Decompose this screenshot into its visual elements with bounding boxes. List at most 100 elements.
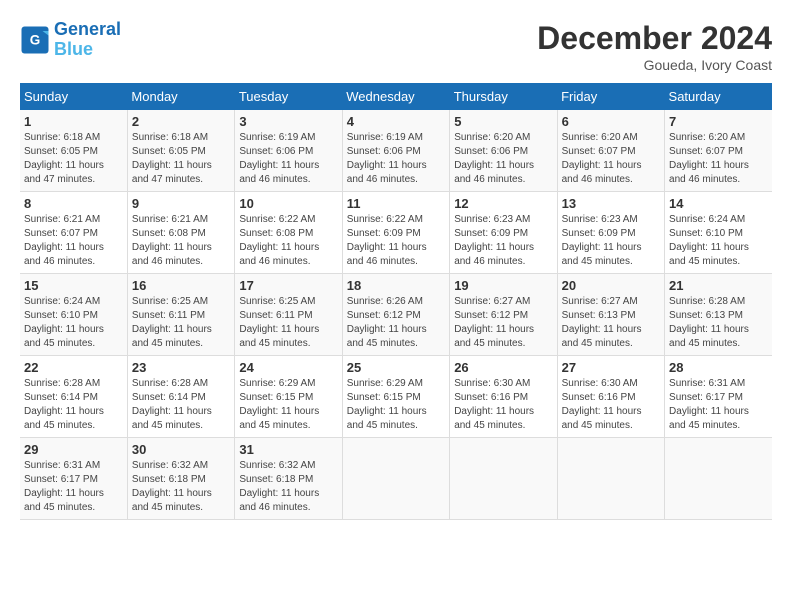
day-number: 12: [454, 196, 552, 211]
day-cell: 22 Sunrise: 6:28 AMSunset: 6:14 PMDayligh…: [20, 356, 127, 438]
week-row-1: 1 Sunrise: 6:18 AMSunset: 6:05 PMDaylight…: [20, 110, 772, 192]
day-cell: 29Sunrise: 6:31 AMSunset: 6:17 PMDayligh…: [20, 438, 127, 520]
month-title: December 2024: [537, 20, 772, 57]
day-number: 17: [239, 278, 337, 293]
week-row-3: 15 Sunrise: 6:24 AMSunset: 6:10 PMDayligh…: [20, 274, 772, 356]
day-cell: 18Sunrise: 6:26 AMSunset: 6:12 PMDayligh…: [342, 274, 449, 356]
day-number: 10: [239, 196, 337, 211]
page-header: G General Blue December 2024 Goueda, Ivo…: [20, 20, 772, 73]
day-number: 21: [669, 278, 768, 293]
day-cell: 26Sunrise: 6:30 AMSunset: 6:16 PMDayligh…: [450, 356, 557, 438]
day-cell: 31 Sunrise: 6:32 AMSunset: 6:18 PMDayligh…: [235, 438, 342, 520]
day-number: 24: [239, 360, 337, 375]
day-cell: 24 Sunrise: 6:29 AMSunset: 6:15 PMDayligh…: [235, 356, 342, 438]
day-cell: 6 Sunrise: 6:20 AMSunset: 6:07 PMDaylight…: [557, 110, 664, 192]
day-cell: 14Sunrise: 6:24 AMSunset: 6:10 PMDayligh…: [665, 192, 772, 274]
day-info: Sunrise: 6:27 AMSunset: 6:12 PMDaylight:…: [454, 295, 552, 351]
day-cell: 19 Sunrise: 6:27 AMSunset: 6:12 PMDayligh…: [450, 274, 557, 356]
day-info: Sunrise: 6:30 AMSunset: 6:16 PMDaylight:…: [454, 377, 552, 433]
header-day-tuesday: Tuesday: [235, 83, 342, 110]
week-row-4: 22 Sunrise: 6:28 AMSunset: 6:14 PMDayligh…: [20, 356, 772, 438]
day-cell: 13Sunrise: 6:23 AMSunset: 6:09 PMDayligh…: [557, 192, 664, 274]
title-area: December 2024 Goueda, Ivory Coast: [537, 20, 772, 73]
day-info: Sunrise: 6:20 AMSunset: 6:06 PMDaylight:…: [454, 131, 552, 187]
day-cell: 30 Sunrise: 6:32 AMSunset: 6:18 PMDayligh…: [127, 438, 234, 520]
day-number: 4: [347, 114, 445, 129]
day-number: 3: [239, 114, 337, 129]
day-cell: 11 Sunrise: 6:22 AMSunset: 6:09 PMDayligh…: [342, 192, 449, 274]
day-cell: 12 Sunrise: 6:23 AMSunset: 6:09 PMDayligh…: [450, 192, 557, 274]
day-number: 5: [454, 114, 552, 129]
day-number: 11: [347, 196, 445, 211]
header-day-thursday: Thursday: [450, 83, 557, 110]
day-cell: 9 Sunrise: 6:21 AMSunset: 6:08 PMDaylight…: [127, 192, 234, 274]
header-row: SundayMondayTuesdayWednesdayThursdayFrid…: [20, 83, 772, 110]
day-cell: 20Sunrise: 6:27 AMSunset: 6:13 PMDayligh…: [557, 274, 664, 356]
day-info: Sunrise: 6:19 AMSunset: 6:06 PMDaylight:…: [239, 131, 337, 187]
day-cell: 27 Sunrise: 6:30 AMSunset: 6:16 PMDayligh…: [557, 356, 664, 438]
day-info: Sunrise: 6:21 AMSunset: 6:07 PMDaylight:…: [24, 213, 123, 269]
day-cell: [665, 438, 772, 520]
day-cell: 21 Sunrise: 6:28 AMSunset: 6:13 PMDayligh…: [665, 274, 772, 356]
week-row-5: 29Sunrise: 6:31 AMSunset: 6:17 PMDayligh…: [20, 438, 772, 520]
day-number: 30: [132, 442, 230, 457]
day-number: 28: [669, 360, 768, 375]
day-number: 2: [132, 114, 230, 129]
day-info: Sunrise: 6:30 AMSunset: 6:16 PMDaylight:…: [562, 377, 660, 433]
day-cell: 4 Sunrise: 6:19 AMSunset: 6:06 PMDaylight…: [342, 110, 449, 192]
day-number: 8: [24, 196, 123, 211]
day-number: 23: [132, 360, 230, 375]
day-info: Sunrise: 6:20 AMSunset: 6:07 PMDaylight:…: [562, 131, 660, 187]
header-day-saturday: Saturday: [665, 83, 772, 110]
day-number: 20: [562, 278, 660, 293]
header-day-friday: Friday: [557, 83, 664, 110]
day-info: Sunrise: 6:23 AMSunset: 6:09 PMDaylight:…: [454, 213, 552, 269]
day-cell: 25 Sunrise: 6:29 AMSunset: 6:15 PMDayligh…: [342, 356, 449, 438]
day-number: 25: [347, 360, 445, 375]
day-info: Sunrise: 6:22 AMSunset: 6:08 PMDaylight:…: [239, 213, 337, 269]
day-number: 15: [24, 278, 123, 293]
day-cell: 5 Sunrise: 6:20 AMSunset: 6:06 PMDaylight…: [450, 110, 557, 192]
week-row-2: 8 Sunrise: 6:21 AMSunset: 6:07 PMDaylight…: [20, 192, 772, 274]
day-number: 7: [669, 114, 768, 129]
header-day-wednesday: Wednesday: [342, 83, 449, 110]
day-cell: 17Sunrise: 6:25 AMSunset: 6:11 PMDayligh…: [235, 274, 342, 356]
day-number: 16: [132, 278, 230, 293]
day-info: Sunrise: 6:18 AMSunset: 6:05 PMDaylight:…: [24, 131, 123, 187]
day-number: 31: [239, 442, 337, 457]
day-number: 1: [24, 114, 123, 129]
day-info: Sunrise: 6:18 AMSunset: 6:05 PMDaylight:…: [132, 131, 230, 187]
logo-icon: G: [20, 25, 50, 55]
day-number: 22: [24, 360, 123, 375]
day-info: Sunrise: 6:32 AMSunset: 6:18 PMDaylight:…: [239, 459, 337, 515]
day-info: Sunrise: 6:28 AMSunset: 6:13 PMDaylight:…: [669, 295, 768, 351]
day-number: 6: [562, 114, 660, 129]
calendar-table: SundayMondayTuesdayWednesdayThursdayFrid…: [20, 83, 772, 520]
day-number: 9: [132, 196, 230, 211]
logo: G General Blue: [20, 20, 121, 60]
day-info: Sunrise: 6:29 AMSunset: 6:15 PMDaylight:…: [347, 377, 445, 433]
header-day-sunday: Sunday: [20, 83, 127, 110]
day-info: Sunrise: 6:21 AMSunset: 6:08 PMDaylight:…: [132, 213, 230, 269]
day-number: 19: [454, 278, 552, 293]
day-cell: 2 Sunrise: 6:18 AMSunset: 6:05 PMDaylight…: [127, 110, 234, 192]
day-cell: 8 Sunrise: 6:21 AMSunset: 6:07 PMDaylight…: [20, 192, 127, 274]
day-cell: 28 Sunrise: 6:31 AMSunset: 6:17 PMDayligh…: [665, 356, 772, 438]
day-info: Sunrise: 6:24 AMSunset: 6:10 PMDaylight:…: [669, 213, 768, 269]
day-info: Sunrise: 6:31 AMSunset: 6:17 PMDaylight:…: [24, 459, 123, 515]
day-info: Sunrise: 6:22 AMSunset: 6:09 PMDaylight:…: [347, 213, 445, 269]
logo-text: General Blue: [54, 20, 121, 60]
day-cell: 3 Sunrise: 6:19 AMSunset: 6:06 PMDaylight…: [235, 110, 342, 192]
svg-text:G: G: [30, 32, 41, 47]
day-info: Sunrise: 6:24 AMSunset: 6:10 PMDaylight:…: [24, 295, 123, 351]
day-info: Sunrise: 6:19 AMSunset: 6:06 PMDaylight:…: [347, 131, 445, 187]
day-number: 18: [347, 278, 445, 293]
day-info: Sunrise: 6:29 AMSunset: 6:15 PMDaylight:…: [239, 377, 337, 433]
day-info: Sunrise: 6:28 AMSunset: 6:14 PMDaylight:…: [24, 377, 123, 433]
day-number: 27: [562, 360, 660, 375]
day-cell: [342, 438, 449, 520]
day-info: Sunrise: 6:31 AMSunset: 6:17 PMDaylight:…: [669, 377, 768, 433]
day-info: Sunrise: 6:32 AMSunset: 6:18 PMDaylight:…: [132, 459, 230, 515]
location: Goueda, Ivory Coast: [537, 57, 772, 73]
day-cell: 7Sunrise: 6:20 AMSunset: 6:07 PMDaylight…: [665, 110, 772, 192]
